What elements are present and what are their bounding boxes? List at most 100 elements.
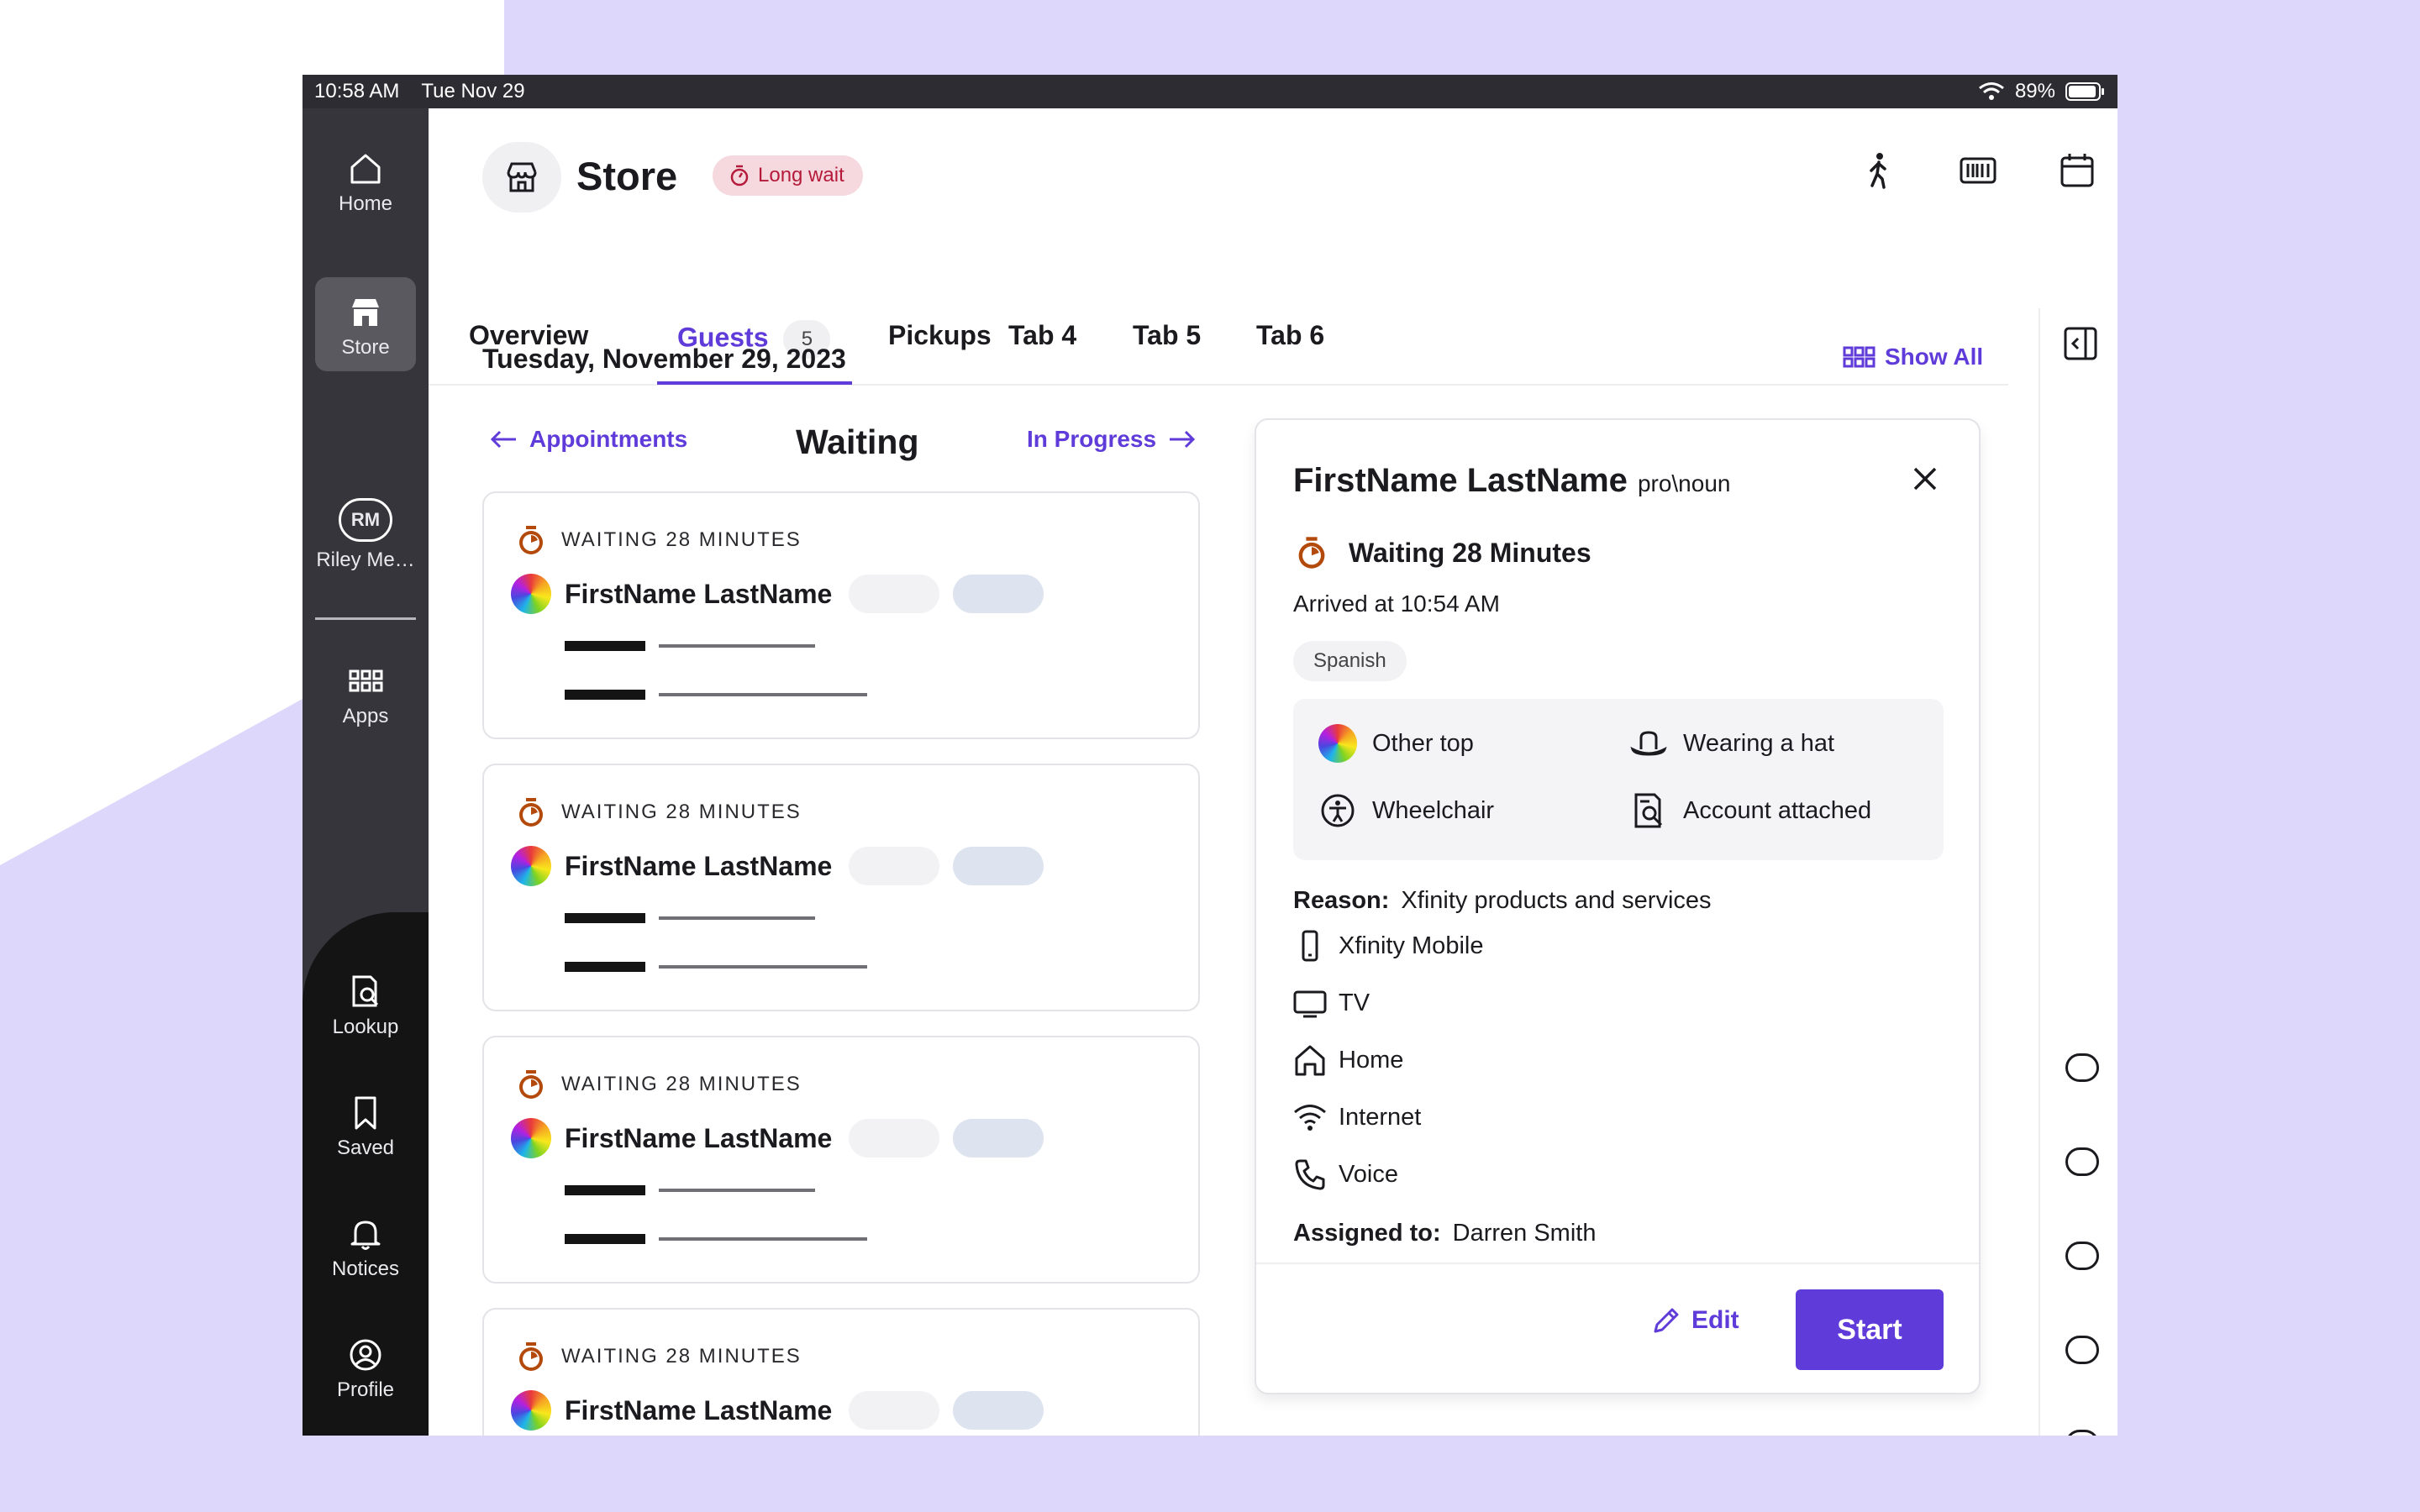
close-icon[interactable] [1908,462,1942,496]
tab-4[interactable]: Tab 4 [1008,320,1076,351]
edit-label: Edit [1691,1306,1739,1334]
avatar [511,574,551,614]
rail-button-2[interactable] [2065,1147,2099,1176]
arrow-right-icon [1170,430,1196,449]
home-icon [350,154,381,184]
sidebar-item-label: Home [338,192,393,215]
sidebar-item-label: Lookup [332,1016,399,1038]
avatar [511,1390,551,1431]
walk-in-icon[interactable] [1859,150,1899,191]
avatar: RM [339,498,392,542]
store-icon [507,162,537,192]
active-tab-indicator [657,381,852,385]
guest-card[interactable]: WAITING 28 MINUTES FirstName LastName [482,1036,1200,1284]
guest-card[interactable]: WAITING 28 MINUTES FirstName LastName [482,764,1200,1011]
rail-button-3[interactable] [2065,1242,2099,1270]
mobile-icon [1302,930,1318,962]
placeholder-chip [953,847,1044,885]
appointments-link[interactable]: Appointments [489,426,687,453]
status-date: Tue Nov 29 [421,80,525,102]
placeholder-chip [849,1391,940,1430]
detail-wait-label: Waiting 28 Minutes [1349,537,1591,568]
placeholder-chip [849,575,940,613]
guest-card[interactable]: WAITING 28 MINUTES FirstName LastName [482,1308,1200,1436]
sidebar-item-apps[interactable]: Apps [302,663,429,728]
timer-icon [519,1342,543,1371]
sidebar-divider [315,617,416,620]
battery-icon [2065,82,2104,101]
calendar-icon[interactable] [2057,150,2097,191]
edit-button[interactable]: Edit [1651,1305,1739,1336]
timer-icon [519,1070,543,1099]
rail-button-4[interactable] [2065,1336,2099,1364]
guest-name-row: FirstName LastName [511,1390,1044,1431]
guest-detail-panel: FirstName LastName pro\noun Waiting 28 Mi… [1255,418,1981,1394]
sidebar-item-notices[interactable]: Notices [302,1215,429,1281]
status-badge: Long wait [713,155,863,196]
service-label: Home [1339,1046,1404,1074]
sidebar-item-label: Store [341,336,390,359]
avatar [511,1118,551,1158]
rail-button-5[interactable] [2065,1430,2099,1436]
assigned-value: Darren Smith [1452,1220,1597,1247]
avatar [511,846,551,886]
guest-name-row: FirstName LastName [511,574,1044,614]
guest-name-row: FirstName LastName [511,1118,1044,1158]
sidebar-item-saved[interactable]: Saved [302,1095,429,1160]
placeholder-line [659,644,815,648]
sidebar-item-store[interactable]: Store [315,277,416,371]
grid-icon [349,669,383,692]
sidebar-item-profile-rm[interactable]: RM Riley Me… [302,498,429,572]
start-button[interactable]: Start [1796,1289,1944,1370]
tab-6[interactable]: Tab 6 [1256,320,1324,351]
service-item: Voice [1293,1158,1398,1191]
rail-button-1[interactable] [2065,1053,2099,1082]
collapse-panel-icon[interactable] [2062,325,2099,362]
rainbow-swatch-icon [1318,724,1357,763]
placeholder-chip [849,847,940,885]
in-progress-link[interactable]: In Progress [1027,426,1197,453]
account-search-icon [1634,793,1663,828]
placeholder-bar [565,913,645,923]
store-icon [352,299,379,326]
attribute-item: Account attached [1629,791,1871,830]
visit-reason: Reason: Xfinity products and services [1293,887,1712,915]
timer-icon [519,526,543,554]
placeholder-bar [565,641,645,651]
profile-icon [350,1339,381,1371]
wifi-icon [1294,1105,1326,1131]
sidebar: Home Store RM Riley Me… Apps Lookup Save… [302,108,429,1436]
phone-icon [1295,1159,1325,1190]
status-time: 10:58 AM [314,80,400,102]
sidebar-item-profile[interactable]: Profile [302,1336,429,1402]
placeholder-line [659,916,815,920]
sidebar-item-lookup[interactable]: Lookup [302,974,429,1039]
show-all-button[interactable]: Show All [1843,344,1983,370]
placeholder-line [659,1237,867,1241]
placeholder-line [659,693,867,696]
detail-wait-status: Waiting 28 Minutes [1293,534,1591,571]
service-item: Home [1293,1043,1403,1077]
detail-name: FirstName LastName [1293,462,1628,499]
attribute-label: Other top [1372,729,1474,757]
wait-status-label: WAITING 28 MINUTES [561,1073,802,1095]
placeholder-bar [565,1185,645,1195]
assigned-label: Assigned to: [1293,1220,1441,1247]
barcode-icon[interactable] [1958,150,1998,191]
placeholder-chip [953,1119,1044,1158]
status-badge-label: Long wait [758,164,844,186]
guest-card[interactable]: WAITING 28 MINUTES FirstName LastName [482,491,1200,739]
lookup-icon [352,975,379,1007]
bookmark-icon [355,1096,376,1130]
guest-name: FirstName LastName [565,578,833,609]
tab-pickups[interactable]: Pickups [888,320,992,351]
tab-5[interactable]: Tab 5 [1133,320,1201,351]
appointments-label: Appointments [529,426,688,452]
sidebar-item-home[interactable]: Home [302,150,429,216]
status-bar: 10:58 AM Tue Nov 29 89% [302,75,2118,108]
wait-status-label: WAITING 28 MINUTES [561,801,802,823]
grid-icon [1843,346,1876,368]
attribute-item: Wearing a hat [1629,724,1834,763]
tv-icon [1293,990,1327,1018]
wait-status-label: WAITING 28 MINUTES [561,528,802,551]
